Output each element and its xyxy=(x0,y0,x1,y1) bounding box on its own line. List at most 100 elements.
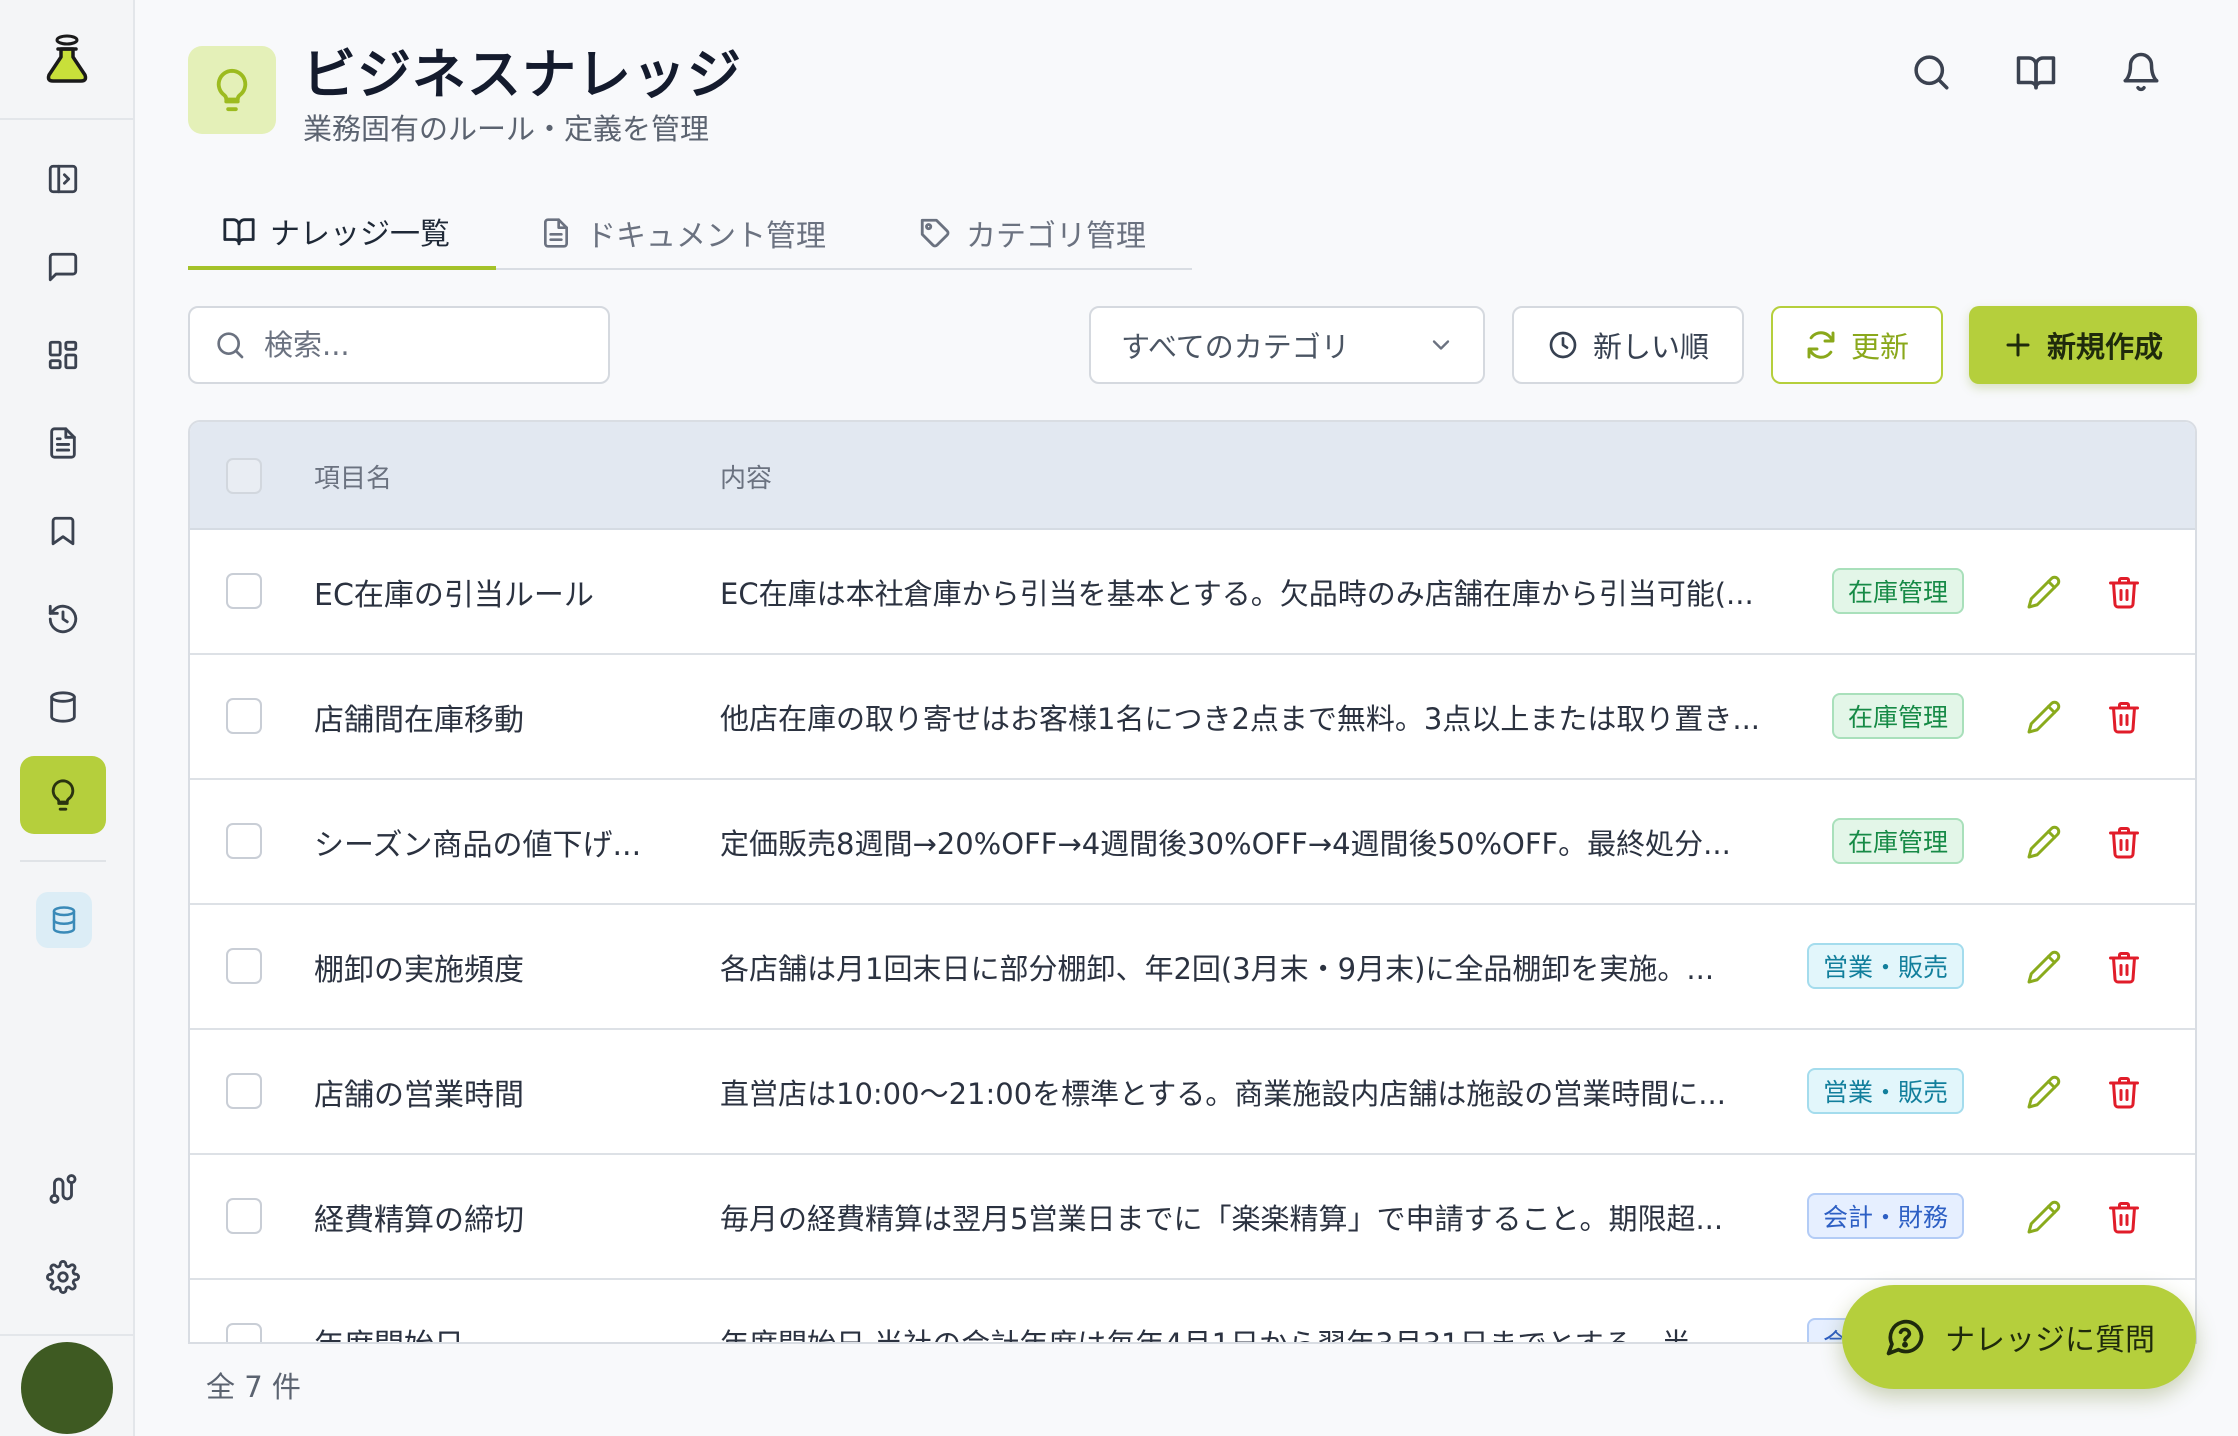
delete-button[interactable] xyxy=(2106,1074,2142,1110)
row-content: 毎月の経費精算は翌月5営業日までに「楽楽精算」で申請すること。期限超... xyxy=(720,1201,1724,1236)
column-header-name[interactable]: 項目名 xyxy=(314,422,392,530)
category-badge: 在庫管理 xyxy=(1831,568,1964,614)
chat-icon xyxy=(48,252,78,282)
select-all-checkbox[interactable] xyxy=(226,458,262,494)
trash-icon xyxy=(2109,702,2139,734)
column-header-content[interactable]: 内容 xyxy=(720,422,772,530)
sidebar-toggle-button[interactable] xyxy=(20,140,106,218)
create-new-button[interactable]: 新規作成 xyxy=(1969,306,2197,384)
edit-button[interactable] xyxy=(2026,824,2062,860)
edit-button[interactable] xyxy=(2026,1074,2062,1110)
database-icon xyxy=(50,691,76,723)
sidebar-item-settings[interactable] xyxy=(20,1238,106,1316)
app-logo[interactable] xyxy=(0,0,133,120)
sidebar-item-knowledge[interactable] xyxy=(20,756,106,834)
sidebar xyxy=(0,0,135,1436)
sidebar-item-bookmarks[interactable] xyxy=(20,492,106,570)
refresh-button[interactable]: 更新 xyxy=(1771,306,1943,384)
search-button[interactable] xyxy=(1903,44,1959,100)
row-name: 店舗間在庫移動 xyxy=(314,702,524,738)
delete-button[interactable] xyxy=(2106,824,2142,860)
create-new-label: 新規作成 xyxy=(2046,330,2163,364)
table-row[interactable]: シーズン商品の値下げ... 定価販売8週間→20%OFF→4週間後30%OFF→4… xyxy=(190,780,2195,905)
tab-category-management[interactable]: カテゴリ管理 xyxy=(918,196,1146,270)
delete-button[interactable] xyxy=(2106,699,2142,735)
help-chat-icon xyxy=(1886,1319,1924,1356)
tag-icon xyxy=(920,218,950,248)
category-badge: 会計・財務 xyxy=(1806,1193,1964,1239)
file-text-icon xyxy=(544,218,568,248)
tab-document-management[interactable]: ドキュメント管理 xyxy=(540,196,826,270)
tab-bar: ナレッジ一覧 ドキュメント管理 カテゴリ管理 xyxy=(188,196,1192,270)
bookmark-icon xyxy=(51,516,75,546)
delete-button[interactable] xyxy=(2106,574,2142,610)
panel-toggle-icon xyxy=(48,164,78,194)
row-checkbox[interactable] xyxy=(226,1198,262,1234)
row-name: 年度開始日 xyxy=(314,1280,464,1343)
knowledge-table: 項目名 内容 EC在庫の引当ルール EC在庫は本社倉庫から引当を基本とする。欠品時… xyxy=(188,420,2197,1344)
edit-button[interactable] xyxy=(2026,574,2062,610)
row-content: 年度開始日 当社の会計年度は毎年4月1日から翌年3月31日までとする。半... xyxy=(720,1326,1719,1344)
delete-button[interactable] xyxy=(2106,1199,2142,1235)
category-badge: 在庫管理 xyxy=(1831,693,1964,739)
delete-button[interactable] xyxy=(2106,949,2142,985)
edit-button[interactable] xyxy=(2026,1199,2062,1235)
edit-button[interactable] xyxy=(2026,699,2062,735)
sidebar-item-database[interactable] xyxy=(20,668,106,746)
row-checkbox[interactable] xyxy=(226,698,262,734)
refresh-label: 更新 xyxy=(1850,330,1909,364)
page-icon xyxy=(188,46,276,134)
sidebar-item-dashboard[interactable] xyxy=(20,316,106,394)
sort-button[interactable]: 新しい順 xyxy=(1512,306,1744,384)
pencil-icon xyxy=(2027,700,2061,734)
search-box xyxy=(188,306,610,384)
ask-knowledge-button[interactable]: ナレッジに質問 xyxy=(1842,1285,2196,1389)
row-checkbox[interactable] xyxy=(226,823,262,859)
row-checkbox[interactable] xyxy=(226,948,262,984)
row-content: 他店在庫の取り寄せはお客様1名につき2点まで無料。3点以上または取り置き... xyxy=(720,701,1761,736)
row-content: EC在庫は本社倉庫から引当を基本とする。欠品時のみ店舗在庫から引当可能(... xyxy=(720,576,1754,611)
table-row[interactable]: 店舗の営業時間 直営店は10:00〜21:00を標準とする。商業施設内店舗は施設の… xyxy=(190,1030,2195,1155)
refresh-icon xyxy=(1807,331,1835,359)
row-name: シーズン商品の値下げ... xyxy=(314,827,642,863)
row-content: 直営店は10:00〜21:00を標準とする。商業施設内店舗は施設の営業時間に..… xyxy=(720,1076,1726,1111)
tab-knowledge-list[interactable]: ナレッジ一覧 xyxy=(188,196,496,270)
search-input[interactable] xyxy=(264,328,564,362)
table-row[interactable]: 店舗間在庫移動 他店在庫の取り寄せはお客様1名につき2点まで無料。3点以上または取… xyxy=(190,655,2195,780)
table-header: 項目名 内容 xyxy=(190,422,2195,530)
sort-label: 新しい順 xyxy=(1592,330,1709,364)
pencil-icon xyxy=(2027,1075,2061,1109)
tab-label: カテゴリ管理 xyxy=(966,219,1146,254)
row-name: 店舗の営業時間 xyxy=(314,1077,524,1113)
category-select[interactable]: すべてのカテゴリ xyxy=(1089,306,1485,384)
file-text-icon xyxy=(50,427,76,459)
sidebar-divider xyxy=(0,1334,133,1336)
sidebar-item-chat[interactable] xyxy=(20,228,106,306)
pencil-icon xyxy=(2027,575,2061,609)
table-row[interactable]: 経費精算の締切 毎月の経費精算は翌月5営業日までに「楽楽精算」で申請すること。期限… xyxy=(190,1155,2195,1280)
edit-button[interactable] xyxy=(2026,949,2062,985)
search-icon xyxy=(217,332,244,359)
row-content: 定価販売8週間→20%OFF→4週間後30%OFF→4週間後50%OFF。最終処… xyxy=(720,826,1731,861)
row-name: 棚卸の実施頻度 xyxy=(314,952,524,988)
sidebar-item-workflow[interactable] xyxy=(20,1150,106,1228)
pencil-icon xyxy=(2027,950,2061,984)
sidebar-item-documents[interactable] xyxy=(20,404,106,482)
pencil-icon xyxy=(2027,1200,2061,1234)
table-row[interactable]: EC在庫の引当ルール EC在庫は本社倉庫から引当を基本とする。欠品時のみ店舗在庫か… xyxy=(190,530,2195,655)
lightbulb-icon xyxy=(216,68,248,112)
sidebar-item-history[interactable] xyxy=(20,580,106,658)
docs-button[interactable] xyxy=(2008,44,2064,100)
plus-icon xyxy=(2006,333,2030,357)
gear-icon xyxy=(46,1260,80,1294)
dashboard-icon xyxy=(48,340,78,370)
table-row[interactable]: 棚卸の実施頻度 各店舗は月1回末日に部分棚卸、年2回(3月末・9月末)に全品棚卸を… xyxy=(190,905,2195,1030)
avatar[interactable] xyxy=(21,1342,113,1434)
row-checkbox[interactable] xyxy=(226,1323,262,1342)
notifications-button[interactable] xyxy=(2113,44,2169,100)
tab-label: ナレッジ一覧 xyxy=(270,217,450,252)
row-checkbox[interactable] xyxy=(226,1073,262,1109)
tab-label: ドキュメント管理 xyxy=(586,219,826,254)
sidebar-item-datasource[interactable] xyxy=(36,892,92,948)
row-checkbox[interactable] xyxy=(226,573,262,609)
